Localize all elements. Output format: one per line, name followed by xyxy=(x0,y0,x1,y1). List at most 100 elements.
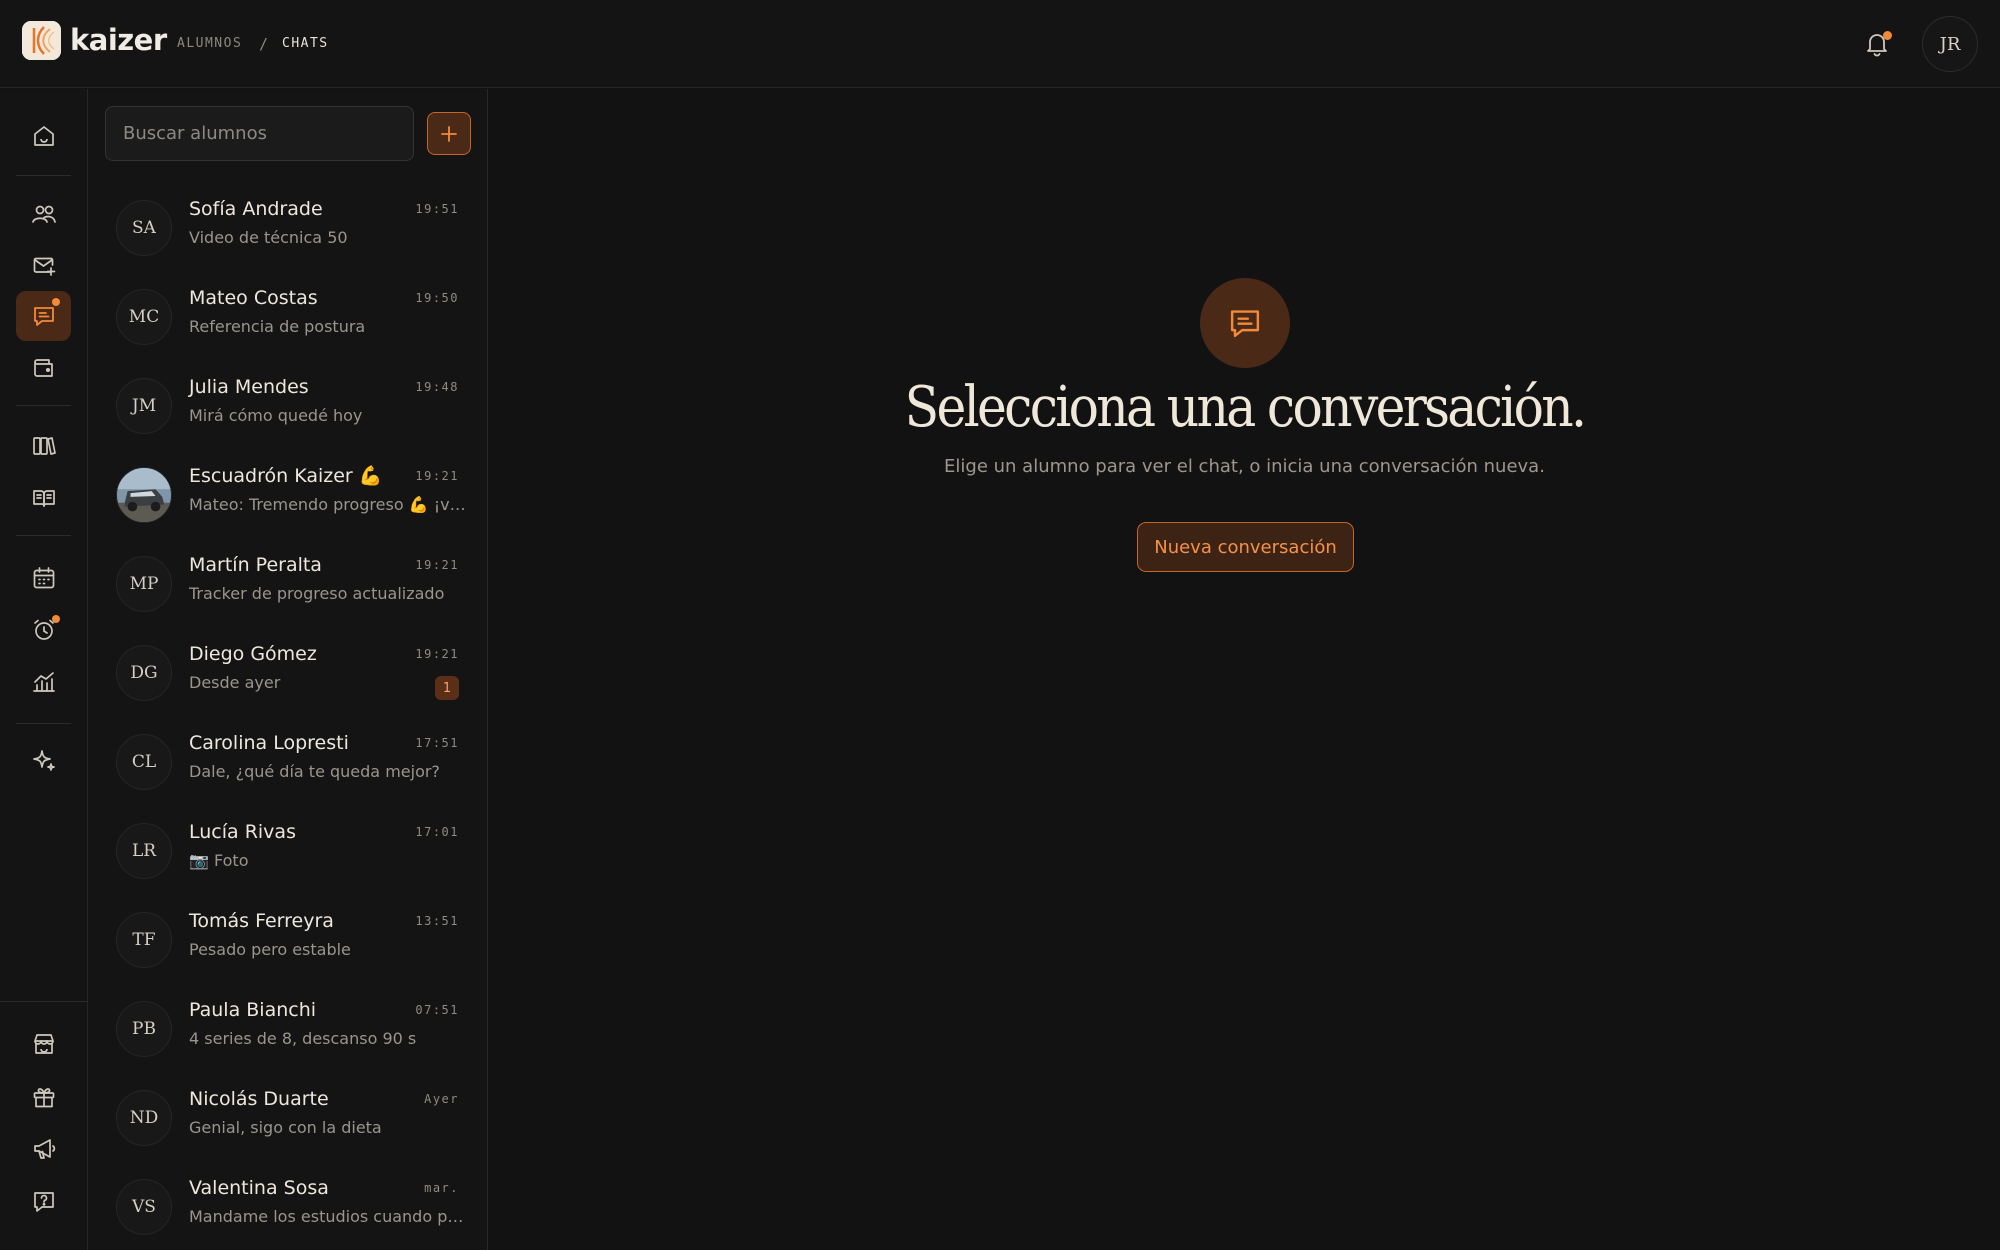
chat-item[interactable]: JM Julia Mendes Mirá cómo quedé hoy 19:4… xyxy=(88,362,487,451)
chat-time: 19:21 xyxy=(415,469,459,483)
brand-name: kaizer xyxy=(70,23,167,57)
nav-analytics[interactable] xyxy=(16,657,71,707)
chat-item[interactable]: MC Mateo Costas Referencia de postura 19… xyxy=(88,273,487,362)
chat-time: 19:51 xyxy=(415,202,459,216)
notification-dot xyxy=(1883,31,1892,40)
chat-item[interactable]: PB Paula Bianchi 4 series de 8, descanso… xyxy=(88,985,487,1074)
nav-calendar[interactable] xyxy=(16,553,71,603)
nav-invite[interactable] xyxy=(16,240,71,290)
chat-name: Paula Bianchi xyxy=(189,999,317,1021)
conversation-area: Selecciona una conversación. Elige un al… xyxy=(489,89,2000,1250)
new-conversation-button[interactable]: Nueva conversación xyxy=(1137,522,1354,572)
chat-time: 19:21 xyxy=(415,558,459,572)
chat-preview: Tracker de progreso actualizado xyxy=(189,584,445,603)
nav-announcements[interactable] xyxy=(16,1124,71,1174)
chat-time: 19:48 xyxy=(415,380,459,394)
home-icon xyxy=(33,126,54,146)
chat-name: Sofía Andrade xyxy=(189,198,323,220)
avatar: PB xyxy=(116,1001,172,1057)
chat-preview: Genial, sigo con la dieta xyxy=(189,1118,382,1137)
chat-time: mar. xyxy=(424,1181,459,1195)
chat-name: Martín Peralta xyxy=(189,554,322,576)
sidebar-nav xyxy=(0,89,88,1250)
avatar: TF xyxy=(116,912,172,968)
nav-help[interactable] xyxy=(16,1177,71,1227)
nav-home[interactable] xyxy=(16,111,71,161)
chat-time: Ayer xyxy=(424,1092,459,1106)
chat-preview: Mateo: Tremendo progreso 💪 ¡vamos equipo… xyxy=(189,495,473,514)
users-icon xyxy=(31,205,56,223)
group-avatar-photo xyxy=(116,467,172,523)
chat-name: Escuadrón Kaizer 💪 xyxy=(189,465,383,487)
nav-payments[interactable] xyxy=(16,342,71,392)
chat-item[interactable]: TF Tomás Ferreyra Pesado pero estable 13… xyxy=(88,896,487,985)
books-icon xyxy=(32,437,56,455)
chat-preview: Mandame los estudios cuando puedas xyxy=(189,1207,473,1226)
unread-badge: 1 xyxy=(435,676,459,700)
help-icon xyxy=(33,1192,54,1212)
nav-divider xyxy=(16,723,71,724)
avatar: VS xyxy=(116,1179,172,1235)
nav-users[interactable] xyxy=(16,189,71,239)
new-chat-button[interactable] xyxy=(427,112,471,155)
user-avatar[interactable]: JR xyxy=(1922,16,1978,72)
avatar: MP xyxy=(116,556,172,612)
search-input[interactable]: Buscar alumnos xyxy=(105,106,414,161)
chat-preview: 4 series de 8, descanso 90 s xyxy=(189,1029,417,1048)
chat-item-group[interactable]: Escuadrón Kaizer 💪 Mateo: Tremendo progr… xyxy=(88,451,487,540)
chat-time: 17:01 xyxy=(415,825,459,839)
empty-state-subtitle: Elige un alumno para ver el chat, o inic… xyxy=(944,456,1545,477)
nav-divider xyxy=(0,1001,88,1002)
empty-state-chat-icon xyxy=(1200,278,1290,368)
breadcrumb-separator: / xyxy=(259,35,270,53)
chat-preview: Referencia de postura xyxy=(189,317,366,336)
avatar: LR xyxy=(116,823,172,879)
chat-preview: Video de técnica 50 xyxy=(189,228,348,247)
kaizer-logo[interactable] xyxy=(22,21,61,60)
chat-list-panel: Buscar alumnos SA Sofía Andrade Video de… xyxy=(88,89,488,1250)
chat-time: 07:51 xyxy=(415,1003,459,1017)
chat-time: 19:21 xyxy=(415,647,459,661)
chat-name: Julia Mendes xyxy=(189,376,309,398)
chat-name: Mateo Costas xyxy=(189,287,318,309)
avatar: ND xyxy=(116,1090,172,1146)
top-bar: kaizer ALUMNOS / CHATS JR xyxy=(0,0,2000,88)
chat-time: 19:50 xyxy=(415,291,459,305)
nav-ai[interactable] xyxy=(16,735,71,785)
chat-name: Diego Gómez xyxy=(189,643,317,665)
chat-item[interactable]: LR Lucía Rivas 📷 Foto 17:01 xyxy=(88,807,487,896)
nav-chats[interactable] xyxy=(16,291,71,341)
chat-time: 13:51 xyxy=(415,914,459,928)
chat-name: Valentina Sosa xyxy=(189,1177,329,1199)
chat-preview: 📷 Foto xyxy=(189,851,249,870)
nav-reminders[interactable] xyxy=(16,605,71,655)
chat-item[interactable]: SA Sofía Andrade Video de técnica 50 19:… xyxy=(88,184,487,273)
chat-preview: Pesado pero estable xyxy=(189,940,351,959)
chat-preview: Mirá cómo quedé hoy xyxy=(189,406,363,425)
nav-store[interactable] xyxy=(16,1019,71,1069)
chat-icon xyxy=(33,307,54,326)
avatar: MC xyxy=(116,289,172,345)
chat-name: Carolina Lopresti xyxy=(189,732,349,754)
nav-library[interactable] xyxy=(16,421,71,471)
nav-rewards[interactable] xyxy=(16,1072,71,1122)
avatar: SA xyxy=(116,200,172,256)
avatar: CL xyxy=(116,734,172,790)
avatar: DG xyxy=(116,645,172,701)
breadcrumb-chats: CHATS xyxy=(282,36,329,51)
nav-guides[interactable] xyxy=(16,473,71,523)
chat-item[interactable]: MP Martín Peralta Tracker de progreso ac… xyxy=(88,540,487,629)
plus-icon xyxy=(441,125,457,142)
chat-item[interactable]: DG Diego Gómez Desde ayer 19:21 1 xyxy=(88,629,487,718)
chat-time: 17:51 xyxy=(415,736,459,750)
reminders-notification-dot xyxy=(52,615,60,623)
chat-preview: Desde ayer xyxy=(189,673,281,692)
chat-item[interactable]: VS Valentina Sosa Mandame los estudios c… xyxy=(88,1163,487,1250)
chat-item[interactable]: CL Carolina Lopresti Dale, ¿qué día te q… xyxy=(88,718,487,807)
breadcrumb-alumnos[interactable]: ALUMNOS xyxy=(177,35,242,53)
chat-item[interactable]: ND Nicolás Duarte Genial, sigo con la di… xyxy=(88,1074,487,1163)
chat-name: Nicolás Duarte xyxy=(189,1088,329,1110)
wallet-icon xyxy=(33,359,53,377)
nav-divider xyxy=(16,405,71,406)
calendar-icon xyxy=(33,567,54,589)
